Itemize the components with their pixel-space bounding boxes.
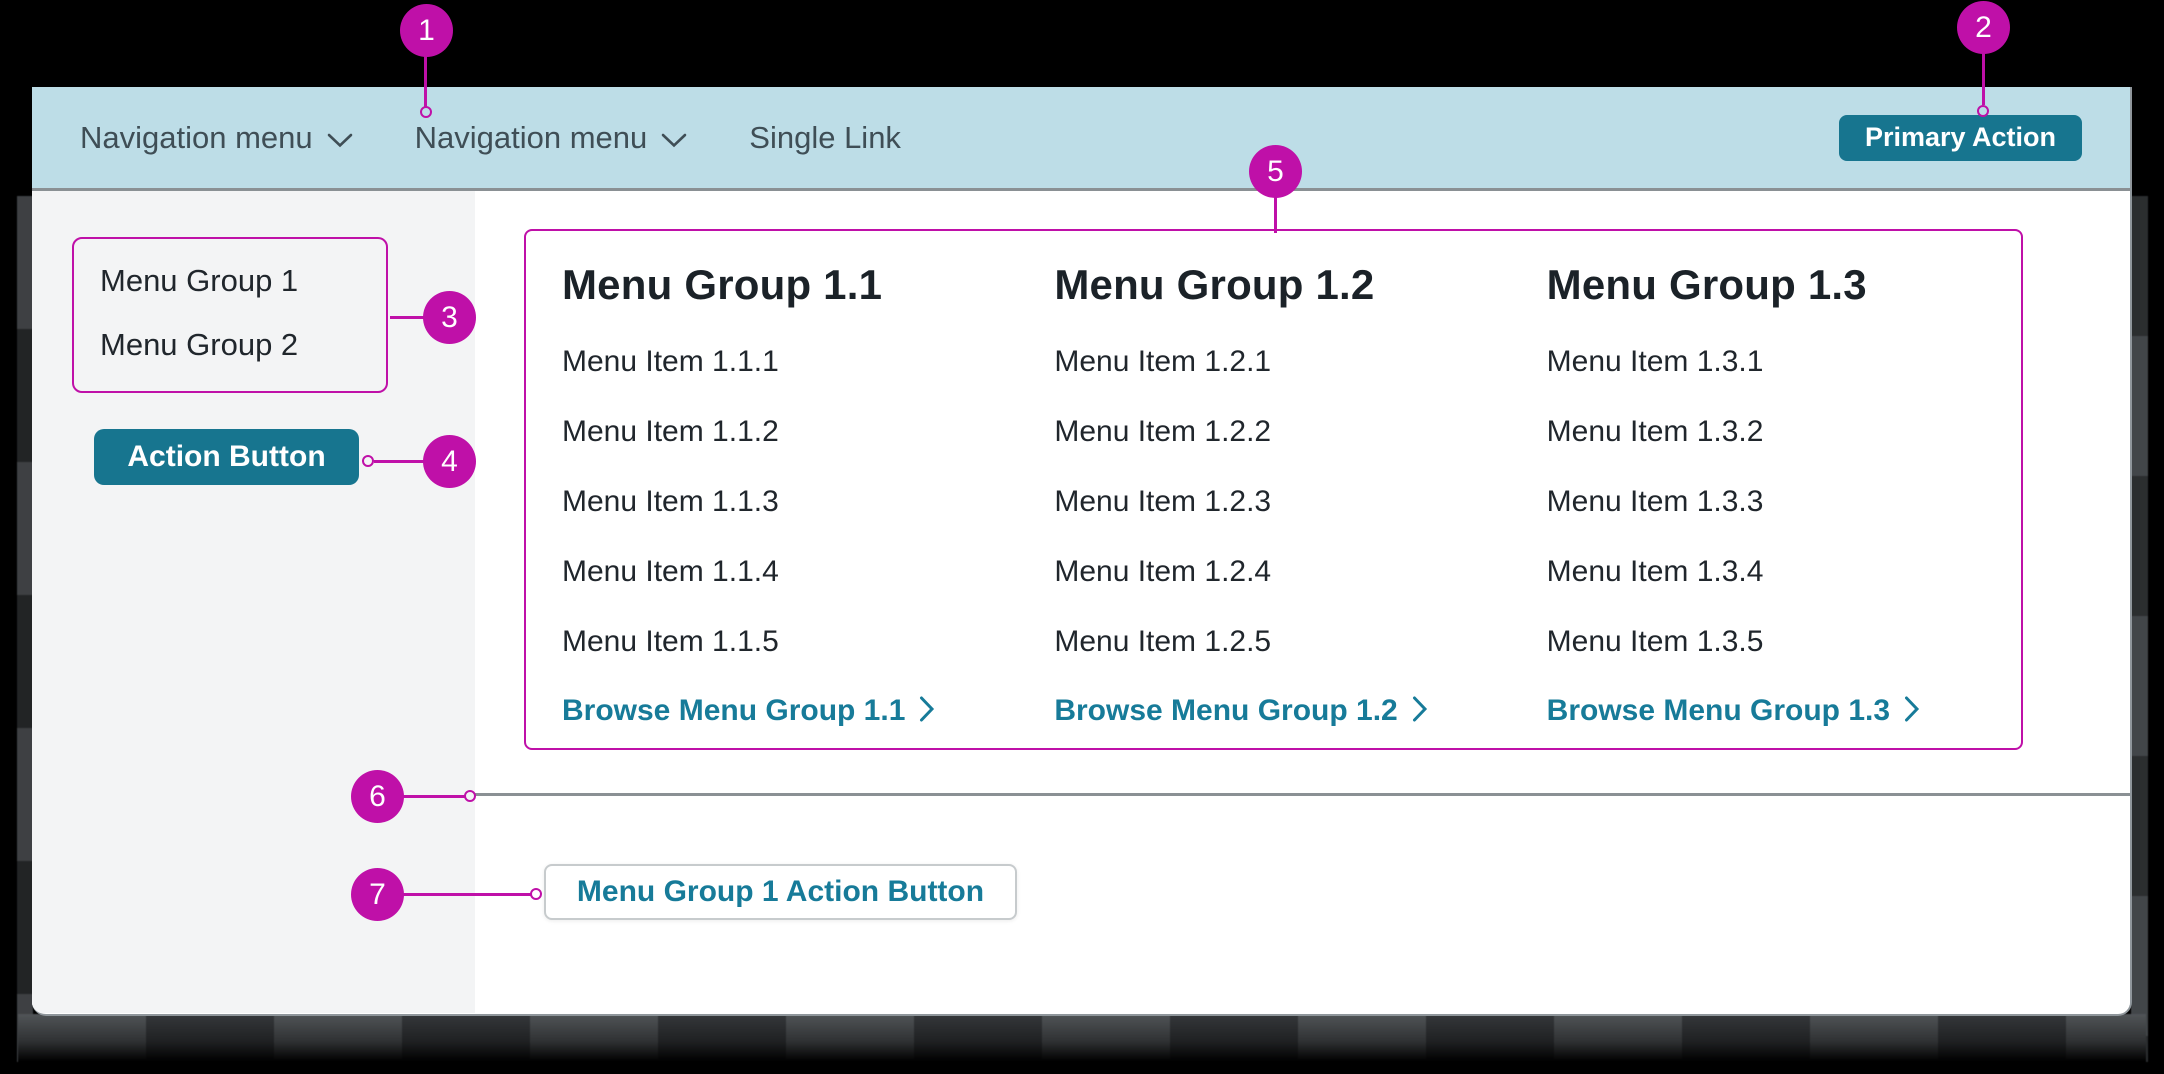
- nav-dropdown-2-label: Navigation menu: [415, 120, 648, 156]
- menu-item[interactable]: Menu Item 1.3.1: [1547, 327, 2021, 397]
- browse-link-label: Browse Menu Group 1.1: [562, 694, 905, 728]
- sidebar-item-menu-group-1[interactable]: Menu Group 1: [74, 263, 386, 299]
- menu-group-header: Menu Group 1.1: [562, 259, 1036, 311]
- menu-item[interactable]: Menu Item 1.1.4: [562, 537, 1036, 607]
- menu-item[interactable]: Menu Item 1.1.1: [562, 327, 1036, 397]
- menu-group-header: Menu Group 1.3: [1547, 259, 2021, 311]
- background-texture-left: [17, 196, 33, 1062]
- nav-dropdown-1[interactable]: Navigation menu: [80, 120, 353, 156]
- top-navigation-bar: Navigation menu Navigation menu Single L…: [32, 87, 2130, 191]
- menu-item-list: Menu Item 1.2.1 Menu Item 1.2.2 Menu Ite…: [1054, 327, 1528, 677]
- browse-link-label: Browse Menu Group 1.3: [1547, 694, 1890, 728]
- menu-item[interactable]: Menu Item 1.3.2: [1547, 397, 2021, 467]
- nav-dropdown-2[interactable]: Navigation menu: [415, 120, 688, 156]
- background-texture-right: [2131, 196, 2148, 1062]
- chevron-down-icon: [327, 120, 353, 156]
- menu-group-header: Menu Group 1.2: [1054, 259, 1528, 311]
- menu-item[interactable]: Menu Item 1.2.1: [1054, 327, 1528, 397]
- chevron-right-icon: [919, 692, 935, 731]
- sidebar: Menu Group 1 Menu Group 2 Action Button: [32, 191, 475, 1013]
- nav-single-link-label: Single Link: [749, 120, 901, 156]
- menu-group-1-action-button[interactable]: Menu Group 1 Action Button: [544, 864, 1017, 920]
- menu-item[interactable]: Menu Item 1.3.5: [1547, 607, 2021, 677]
- horizontal-divider: [475, 793, 2132, 796]
- menu-item[interactable]: Menu Item 1.3.3: [1547, 467, 2021, 537]
- menu-item[interactable]: Menu Item 1.1.3: [562, 467, 1036, 537]
- annotation-number: 2: [1975, 11, 1992, 45]
- chevron-right-icon: [1412, 692, 1428, 731]
- menu-column-3: Menu Group 1.3 Menu Item 1.3.1 Menu Item…: [1529, 259, 2021, 748]
- sidebar-action-button[interactable]: Action Button: [94, 429, 359, 485]
- menu-item-list: Menu Item 1.1.1 Menu Item 1.1.2 Menu Ite…: [562, 327, 1036, 677]
- menu-item[interactable]: Menu Item 1.2.2: [1054, 397, 1528, 467]
- annotation-marker-2: 2: [1957, 1, 2010, 54]
- nav-single-link[interactable]: Single Link: [749, 120, 901, 156]
- menu-column-2: Menu Group 1.2 Menu Item 1.2.1 Menu Item…: [1036, 259, 1528, 748]
- menu-item[interactable]: Menu Item 1.3.4: [1547, 537, 2021, 607]
- menu-item[interactable]: Menu Item 1.2.3: [1054, 467, 1528, 537]
- sidebar-item-menu-group-2[interactable]: Menu Group 2: [74, 327, 386, 363]
- menu-item-list: Menu Item 1.3.1 Menu Item 1.3.2 Menu Ite…: [1547, 327, 2021, 677]
- menu-item[interactable]: Menu Item 1.1.2: [562, 397, 1036, 467]
- menu-item[interactable]: Menu Item 1.2.5: [1054, 607, 1528, 677]
- menu-item[interactable]: Menu Item 1.2.4: [1054, 537, 1528, 607]
- nav-dropdown-1-label: Navigation menu: [80, 120, 313, 156]
- browse-link-3[interactable]: Browse Menu Group 1.3: [1547, 683, 1920, 739]
- annotation-number: 1: [418, 14, 435, 48]
- menu-column-1: Menu Group 1.1 Menu Item 1.1.1 Menu Item…: [544, 259, 1036, 748]
- window-content: Menu Group 1 Menu Group 2 Action Button …: [32, 191, 2130, 1013]
- browse-link-2[interactable]: Browse Menu Group 1.2: [1054, 683, 1427, 739]
- main-area: Menu Group 1.1 Menu Item 1.1.1 Menu Item…: [475, 191, 2130, 1013]
- browse-link-1[interactable]: Browse Menu Group 1.1: [562, 683, 935, 739]
- annotation-marker-1: 1: [400, 4, 453, 57]
- browse-link-label: Browse Menu Group 1.2: [1054, 694, 1397, 728]
- mega-menu-panel: Menu Group 1.1 Menu Item 1.1.1 Menu Item…: [524, 229, 2023, 750]
- chevron-right-icon: [1904, 692, 1920, 731]
- menu-group-list: Menu Group 1 Menu Group 2: [72, 237, 388, 393]
- menu-item[interactable]: Menu Item 1.1.5: [562, 607, 1036, 677]
- primary-action-button[interactable]: Primary Action: [1839, 115, 2082, 161]
- app-window: Navigation menu Navigation menu Single L…: [32, 87, 2132, 1016]
- background-texture-bottom: [18, 1014, 2146, 1064]
- chevron-down-icon: [661, 120, 687, 156]
